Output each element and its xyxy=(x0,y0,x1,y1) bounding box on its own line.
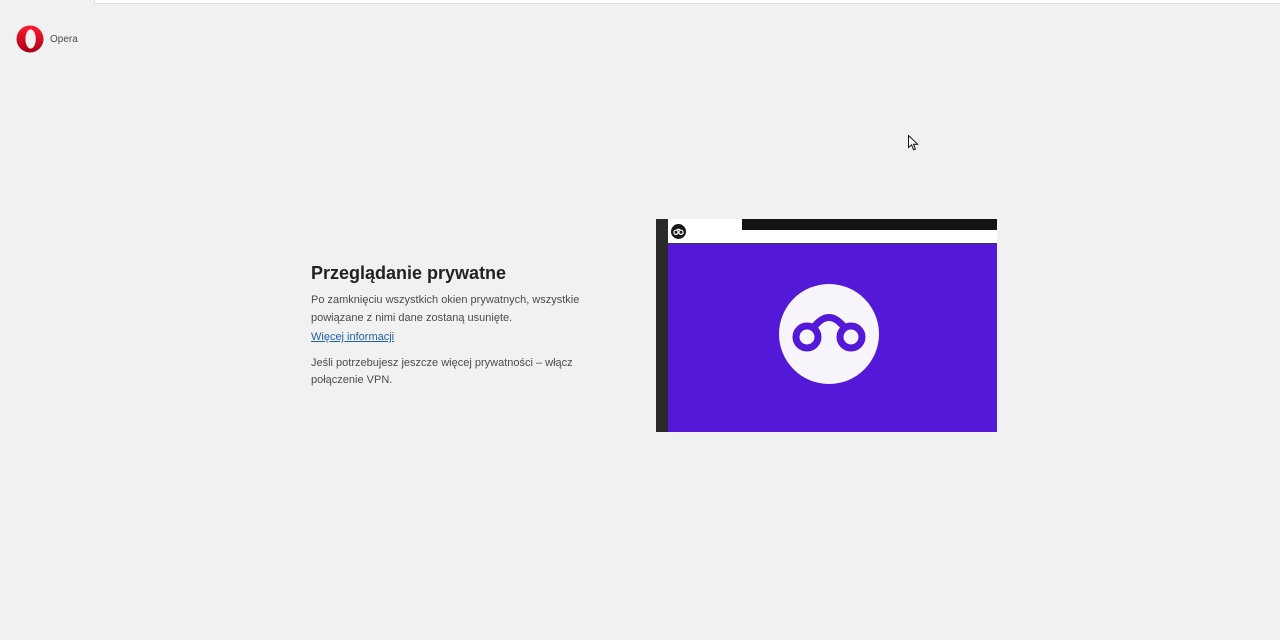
vpn-suggestion: Jeśli potrzebujesz jeszcze więcej prywat… xyxy=(311,356,573,387)
page-title: Przeglądanie prywatne xyxy=(311,263,507,283)
private-tab-icon xyxy=(671,224,686,239)
mouse-cursor-icon xyxy=(908,135,919,151)
illustration-sidebar xyxy=(656,219,668,432)
private-info: Przeglądanie prywatne Po zamknięciu wszy… xyxy=(311,262,611,390)
illustration-tab-strip xyxy=(668,219,997,243)
address-bar-edge[interactable] xyxy=(94,0,1280,4)
brand-name: Opera xyxy=(50,33,78,45)
private-window-illustration xyxy=(656,219,997,432)
private-browsing-page: Opera Przeglądanie prywatne Po zamknięci… xyxy=(0,0,1280,640)
opera-logo-icon xyxy=(16,25,44,53)
illustration-panel xyxy=(668,243,997,432)
private-description: Po zamknięciu wszystkich okien prywatnyc… xyxy=(311,294,580,324)
more-info-link[interactable]: Więcej informacji xyxy=(311,329,394,347)
brand: Opera xyxy=(16,25,78,53)
illustration-address-area xyxy=(742,219,997,230)
top-bar xyxy=(0,0,1280,8)
private-glasses-icon xyxy=(779,284,879,384)
